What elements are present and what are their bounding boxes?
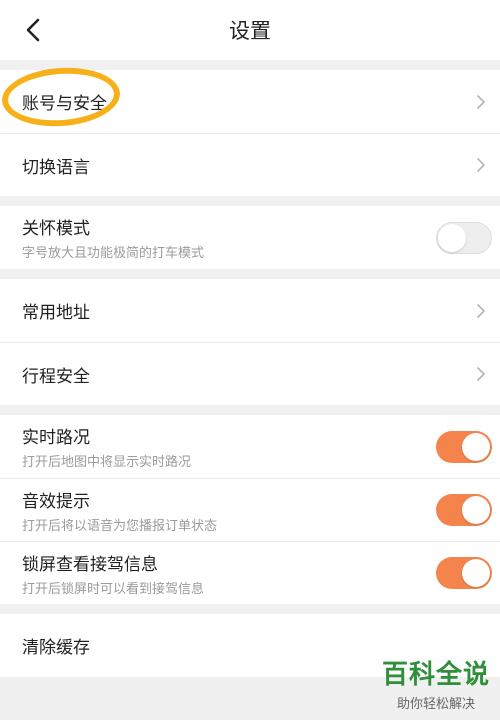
common-address-label: 常用地址 <box>22 303 90 323</box>
care-mode-text: 关怀模式 字号放大且功能极简的打车模式 <box>22 214 204 261</box>
settings-group-trip: 常用地址 行程安全 <box>0 279 500 405</box>
settings-group-account: 账号与安全 切换语言 <box>0 70 500 196</box>
clear-cache-label: 清除缓存 <box>22 638 90 658</box>
chevron-right-icon <box>477 94 485 109</box>
chevron-right-icon <box>477 303 485 318</box>
lockscreen-info-text: 锁屏查看接驾信息 打开后锁屏时可以看到接驾信息 <box>22 550 204 597</box>
watermark: 百科全说 助你轻松解决 <box>382 654 490 712</box>
sound-tips-toggle[interactable] <box>436 494 492 526</box>
live-traffic-toggle[interactable] <box>436 430 492 463</box>
section-divider <box>0 60 500 70</box>
common-address-item[interactable]: 常用地址 <box>0 279 500 342</box>
toggle-knob <box>462 432 490 461</box>
live-traffic-item: 实时路况 打开后地图中将显示实时路况 <box>0 415 500 478</box>
care-mode-toggle[interactable] <box>436 221 492 254</box>
sound-tips-description: 打开后将以语音为您播报订单状态 <box>22 518 218 534</box>
chevron-right-icon <box>477 367 485 381</box>
trip-safety-item[interactable]: 行程安全 <box>0 342 500 405</box>
account-security-label: 账号与安全 <box>22 94 107 114</box>
back-button[interactable] <box>18 14 48 46</box>
live-traffic-label: 实时路况 <box>22 428 90 448</box>
section-divider <box>0 604 500 614</box>
lockscreen-info-item: 锁屏查看接驾信息 打开后锁屏时可以看到接驾信息 <box>0 541 500 604</box>
sound-tips-item: 音效提示 打开后将以语音为您播报订单状态 <box>0 478 500 541</box>
lockscreen-info-label: 锁屏查看接驾信息 <box>22 554 158 575</box>
account-security-item[interactable]: 账号与安全 <box>0 70 500 133</box>
live-traffic-text: 实时路况 打开后地图中将显示实时路况 <box>22 423 191 470</box>
watermark-brand: 百科全说 <box>381 660 490 690</box>
settings-group-care: 关怀模式 字号放大且功能极简的打车模式 <box>0 206 500 269</box>
section-divider <box>0 405 500 415</box>
settings-group-toggles: 实时路况 打开后地图中将显示实时路况 音效提示 打开后将以语音为您播报订单状态 … <box>0 415 500 604</box>
page-title: 设置 <box>229 19 271 43</box>
care-mode-label: 关怀模式 <box>22 219 90 239</box>
switch-language-item[interactable]: 切换语言 <box>0 133 500 196</box>
section-divider <box>0 269 500 279</box>
trip-safety-label: 行程安全 <box>22 366 90 387</box>
sound-tips-text: 音效提示 打开后将以语音为您播报订单状态 <box>22 487 217 534</box>
section-divider <box>0 196 500 206</box>
top-bar: 设置 <box>0 0 500 60</box>
switch-language-label: 切换语言 <box>22 157 90 178</box>
sound-tips-label: 音效提示 <box>22 491 90 512</box>
chevron-right-icon <box>477 158 485 172</box>
lockscreen-info-toggle[interactable] <box>436 557 492 589</box>
lockscreen-info-description: 打开后锁屏时可以看到接驾信息 <box>22 581 205 597</box>
care-mode-description: 字号放大且功能极简的打车模式 <box>22 246 205 261</box>
toggle-knob <box>438 223 466 252</box>
toggle-knob <box>462 496 490 524</box>
care-mode-item: 关怀模式 字号放大且功能极简的打车模式 <box>0 206 500 269</box>
live-traffic-description: 打开后地图中将显示实时路况 <box>22 455 192 470</box>
toggle-knob <box>462 559 490 587</box>
watermark-slogan: 助你轻松解决 <box>396 697 475 712</box>
back-arrow-icon <box>26 18 40 42</box>
